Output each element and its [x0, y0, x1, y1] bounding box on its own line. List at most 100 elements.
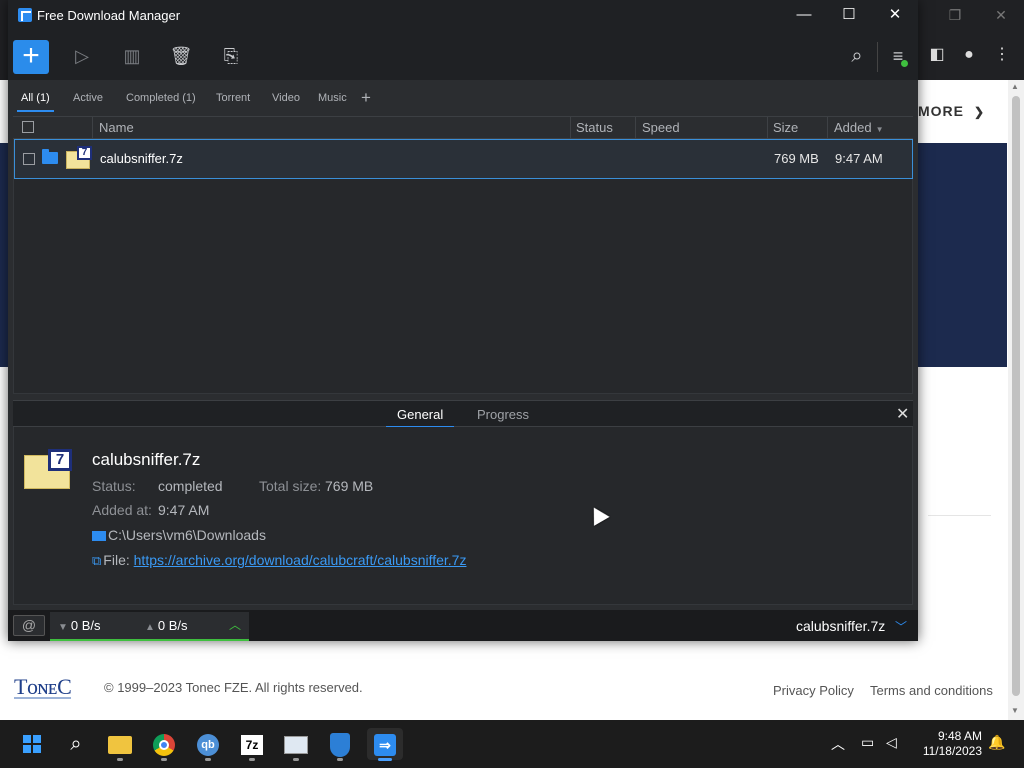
tab-completed[interactable]: Completed (1)	[126, 92, 196, 104]
scrollbar-thumb[interactable]	[1012, 96, 1020, 696]
play-icon[interactable]: ▷	[69, 44, 95, 68]
open-folder-icon[interactable]	[42, 149, 58, 164]
status-value: completed	[158, 478, 223, 494]
scroll-down-icon[interactable]: ▼	[1011, 706, 1019, 715]
tab-general[interactable]: General	[385, 407, 455, 428]
tab-music[interactable]: Music	[318, 92, 347, 104]
download-added: 9:47 AM	[835, 151, 883, 166]
file-source: ⧉ File: https://archive.org/download/calu…	[92, 552, 466, 569]
more-menu[interactable]: MORE ❯	[918, 103, 985, 119]
select-all-checkbox[interactable]	[22, 121, 34, 133]
notification-bell-icon[interactable]: 🔔	[988, 734, 1005, 751]
tonec-logo[interactable]: TᴏɴᴇC	[14, 674, 72, 700]
search-icon[interactable]: ⌕	[58, 728, 94, 760]
qbittorrent-icon[interactable]: qb	[190, 728, 226, 761]
snail-mode-icon[interactable]: @	[13, 615, 45, 636]
move-folder-icon[interactable]: ⎘	[218, 44, 244, 68]
close-details-icon[interactable]: ✕	[896, 404, 909, 424]
download-size: 769 MB	[774, 151, 819, 166]
file-url-link[interactable]: https://archive.org/download/calubcraft/…	[134, 552, 467, 568]
added-value: 9:47 AM	[158, 502, 210, 518]
details-panel: 7 calubsniffer.7z Status: completed Tota…	[13, 427, 913, 605]
column-divider	[827, 117, 828, 139]
toolbar-divider	[877, 42, 878, 72]
volume-icon[interactable]: ◁	[886, 734, 897, 751]
tab-active[interactable]: Active	[73, 92, 103, 104]
divider	[928, 515, 991, 516]
up-arrow-icon: ▲	[145, 622, 155, 633]
clock[interactable]: 9:48 AM 11/18/2023	[910, 729, 982, 759]
filter-tabs: All (1) Active Completed (1) Torrent Vid…	[8, 80, 918, 116]
column-size[interactable]: Size	[773, 120, 798, 135]
7zip-icon[interactable]: 7z	[234, 728, 270, 761]
folder-icon	[92, 531, 106, 541]
add-download-button[interactable]: +	[13, 40, 49, 74]
monitor-app-icon[interactable]	[278, 728, 314, 761]
chevron-up-icon[interactable]: ︿	[229, 616, 241, 633]
pause-icon[interactable]: ▥	[119, 44, 145, 68]
download-speed: ▼ 0 B/s	[58, 618, 101, 633]
row-checkbox[interactable]	[23, 153, 35, 165]
network-icon[interactable]: ▭	[861, 734, 874, 751]
start-icon[interactable]	[14, 728, 50, 760]
browser-toolbar: ◧ ● ⋮	[918, 36, 1024, 76]
defender-icon[interactable]	[322, 728, 358, 761]
download-row[interactable]: 7 calubsniffer.7z 769 MB 9:47 AM	[14, 139, 913, 179]
chevron-down-icon[interactable]: ﹀	[895, 618, 907, 635]
external-link-icon: ⧉	[92, 553, 102, 568]
speed-indicator[interactable]: ▼ 0 B/s ▲ 0 B/s ︿	[50, 612, 249, 641]
more-label: MORE	[918, 103, 964, 119]
details-tabbar: General Progress ✕	[13, 400, 913, 428]
trash-icon[interactable]: 🗑	[168, 44, 194, 68]
fdm-icon[interactable]: ⇒	[367, 728, 403, 761]
column-divider	[92, 117, 93, 139]
file-explorer-icon[interactable]	[102, 728, 138, 761]
current-file[interactable]: calubsniffer.7z	[796, 618, 885, 634]
tab-video[interactable]: Video	[272, 92, 300, 104]
file-label: File:	[103, 552, 130, 568]
minimize-button[interactable]: —	[781, 0, 827, 30]
column-added[interactable]: Added ▼	[834, 120, 884, 135]
toolbar: + ▷ ▥ 🗑 ⎘ ⌕ ≡	[8, 32, 918, 80]
list-header: Name Status Speed Size Added ▼	[13, 116, 913, 139]
taskbar: ⌕ qb 7z ⇒ ︿ ▭ ◁ 9:48 AM 11/18/2023 🔔	[0, 720, 1024, 768]
profile-icon[interactable]: ●	[958, 44, 980, 66]
status-dot	[901, 60, 908, 67]
tray-chevron-icon[interactable]: ︿	[831, 734, 845, 754]
close-button[interactable]: ✕	[872, 0, 918, 30]
download-path[interactable]: C:\Users\vm6\Downloads	[92, 527, 266, 543]
download-name: calubsniffer.7z	[100, 151, 183, 166]
maximize-button[interactable]: ☐	[826, 0, 872, 30]
tab-progress[interactable]: Progress	[477, 407, 529, 422]
tab-all[interactable]: All (1)	[17, 92, 54, 112]
chrome-icon[interactable]	[146, 728, 182, 761]
sidepanel-icon[interactable]: ◧	[926, 44, 948, 66]
browser-menu-icon[interactable]: ⋮	[991, 44, 1013, 66]
added-label: Added at:	[92, 502, 152, 518]
terms-link[interactable]: Terms and conditions	[870, 683, 993, 698]
clock-time: 9:48 AM	[937, 729, 982, 743]
privacy-link[interactable]: Privacy Policy	[773, 683, 854, 698]
window-titlebar[interactable]: Free Download Manager — ☐ ✕	[8, 0, 918, 32]
tab-torrent[interactable]: Torrent	[216, 92, 250, 104]
download-list: 7 calubsniffer.7z 769 MB 9:47 AM	[13, 139, 913, 394]
add-tab-icon[interactable]: +	[361, 88, 371, 108]
column-speed[interactable]: Speed	[642, 120, 680, 135]
total-size-label: Total size:	[259, 478, 322, 494]
clock-date: 11/18/2023	[922, 744, 982, 758]
column-status[interactable]: Status	[576, 120, 613, 135]
7z-file-icon: 7	[66, 146, 92, 170]
column-divider	[570, 117, 571, 139]
download-speed-value: 0 B/s	[70, 618, 101, 633]
column-divider	[635, 117, 636, 139]
browser-restore-icon[interactable]: ❐	[932, 4, 978, 26]
page-scrollbar[interactable]: ▲ ▼	[1008, 80, 1024, 720]
copyright-text: © 1999–2023 Tonec FZE. All rights reserv…	[104, 680, 363, 695]
column-name[interactable]: Name	[99, 120, 134, 135]
search-icon[interactable]: ⌕	[844, 44, 870, 68]
status-label: Status:	[92, 478, 136, 494]
chevron-down-icon: ❯	[974, 105, 986, 119]
7z-file-icon-large: 7	[24, 449, 72, 489]
browser-close-icon[interactable]: ✕	[978, 4, 1024, 26]
scroll-up-icon[interactable]: ▲	[1011, 82, 1019, 91]
